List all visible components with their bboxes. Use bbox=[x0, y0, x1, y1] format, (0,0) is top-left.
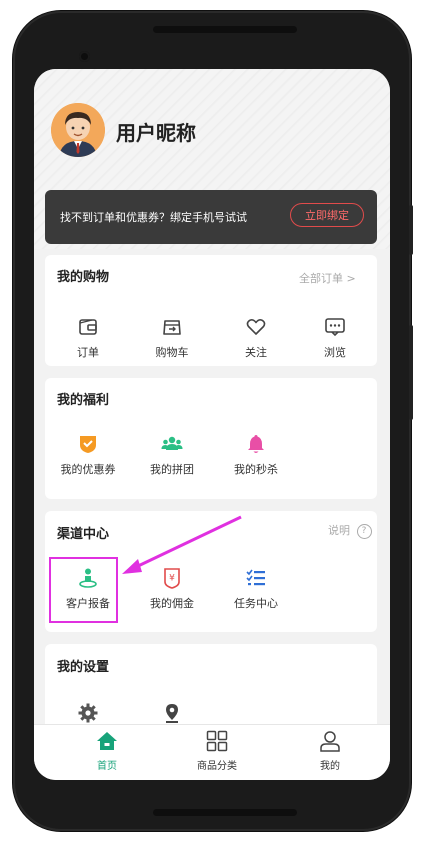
home-icon bbox=[95, 729, 119, 753]
bottom-tabbar: 首页 商品分类 我的 bbox=[34, 724, 390, 780]
tab-category-label: 商品分类 bbox=[197, 761, 237, 772]
bottom-speaker bbox=[153, 809, 297, 816]
tab-mine[interactable]: 我的 bbox=[295, 729, 365, 772]
tab-home[interactable]: 首页 bbox=[72, 729, 142, 772]
volume-button bbox=[409, 325, 413, 420]
app-screen: 用户昵称 找不到订单和优惠券？绑定手机号试试 立即绑定 我的购物 全部订单 > … bbox=[34, 69, 390, 780]
grid-icon bbox=[205, 729, 229, 753]
top-speaker bbox=[153, 26, 297, 33]
tab-home-label: 首页 bbox=[97, 761, 117, 772]
front-camera bbox=[79, 51, 90, 62]
tab-mine-label: 我的 bbox=[320, 761, 340, 772]
power-button bbox=[409, 205, 413, 255]
user-icon bbox=[318, 729, 342, 753]
annotation-arrow bbox=[122, 515, 242, 574]
tab-category[interactable]: 商品分类 bbox=[182, 729, 252, 772]
